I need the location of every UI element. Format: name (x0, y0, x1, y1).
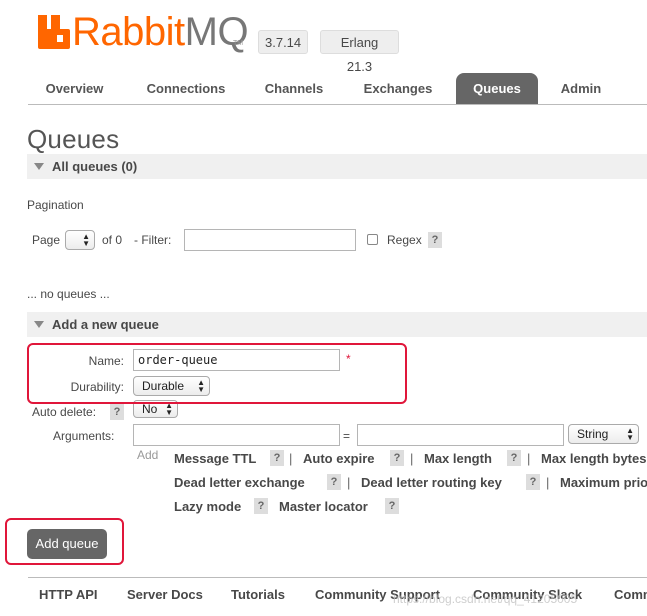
dropdown-arrows-icon: ▲ ▼ (626, 426, 634, 442)
arg-link-message-ttl[interactable]: Message TTL (174, 451, 256, 466)
highlight-box-add-queue (5, 518, 124, 565)
separator: | (527, 451, 531, 466)
arg-link-dead-letter-routing-key[interactable]: Dead letter routing key (361, 475, 502, 490)
pagination-label: Pagination (27, 198, 84, 212)
footer-link-http-api[interactable]: HTTP API (39, 587, 98, 602)
rabbitmq-logo-icon (38, 15, 70, 49)
main-tabs: Overview Connections Channels Exchanges … (28, 73, 647, 105)
watermark: https://blog.csdn.net/qq_41205005 (393, 592, 578, 606)
collapse-triangle-icon (34, 321, 44, 328)
tab-channels[interactable]: Channels (250, 73, 338, 104)
separator: | (546, 475, 550, 490)
all-queues-heading: All queues (0) (52, 159, 138, 174)
footer-link-server-docs[interactable]: Server Docs (127, 587, 203, 602)
footer-link-commercial-support[interactable]: Commercial Support (614, 587, 647, 602)
page-select[interactable]: ▲ ▼ (65, 230, 95, 250)
argument-equals: = (343, 429, 351, 443)
regex-label: Regex (387, 233, 422, 247)
arg-link-max-length-bytes[interactable]: Max length bytes (541, 451, 647, 466)
argument-type-select[interactable]: String ▲ ▼ (568, 424, 639, 444)
arg-link-auto-expire[interactable]: Auto expire (303, 451, 375, 466)
separator: | (410, 451, 414, 466)
argument-value-input[interactable] (357, 424, 564, 446)
empty-queues-text: ... no queues ... (27, 287, 110, 301)
all-queues-section-toggle[interactable]: All queues (0) (27, 154, 647, 179)
dead-letter-routing-key-help-icon[interactable]: ? (526, 474, 540, 490)
arg-link-maximum-priority[interactable]: Maximum priority (560, 475, 647, 490)
arguments-label: Arguments: (53, 429, 115, 443)
version-badge: 3.7.14 (258, 30, 308, 54)
master-locator-help-icon[interactable]: ? (385, 498, 399, 514)
separator: | (347, 475, 351, 490)
page-of-total: of 0 (102, 233, 123, 247)
page-title: Queues (27, 124, 120, 154)
message-ttl-help-icon[interactable]: ? (270, 450, 284, 466)
erlang-version-badge: Erlang 21.3 (320, 30, 399, 74)
highlight-box-name-durability (27, 343, 407, 404)
dead-letter-exchange-help-icon[interactable]: ? (327, 474, 341, 490)
tab-queues[interactable]: Queues (456, 73, 538, 104)
dropdown-arrows-icon: ▲ ▼ (165, 401, 173, 417)
auto-delete-label: Auto delete: (32, 405, 97, 419)
logo-trademark: TM (233, 40, 244, 47)
page-label: Page (32, 233, 61, 247)
filter-label: - Filter: (134, 233, 172, 247)
auto-delete-help-icon[interactable]: ? (110, 404, 124, 420)
stepper-arrows-icon: ▲ ▼ (82, 232, 90, 248)
tab-overview[interactable]: Overview (28, 73, 121, 104)
lazy-mode-help-icon[interactable]: ? (254, 498, 268, 514)
add-argument-label: Add (137, 448, 159, 462)
add-queue-heading: Add a new queue (52, 317, 159, 332)
regex-checkbox[interactable] (367, 234, 378, 245)
arg-link-dead-letter-exchange[interactable]: Dead letter exchange (174, 475, 305, 490)
arg-link-master-locator[interactable]: Master locator (279, 499, 368, 514)
filter-input[interactable] (184, 229, 356, 251)
argument-key-input[interactable] (133, 424, 340, 446)
tab-admin[interactable]: Admin (545, 73, 617, 104)
collapse-triangle-icon (34, 163, 44, 170)
add-queue-section-toggle[interactable]: Add a new queue (27, 312, 647, 337)
separator: | (289, 451, 293, 466)
auto-expire-help-icon[interactable]: ? (390, 450, 404, 466)
arg-link-max-length[interactable]: Max length (424, 451, 492, 466)
logo-text: RabbitMQ (72, 10, 249, 54)
arg-link-lazy-mode[interactable]: Lazy mode (174, 499, 241, 514)
tab-connections[interactable]: Connections (131, 73, 241, 104)
max-length-help-icon[interactable]: ? (507, 450, 521, 466)
tab-exchanges[interactable]: Exchanges (348, 73, 448, 104)
footer-link-tutorials[interactable]: Tutorials (231, 587, 285, 602)
regex-help-icon[interactable]: ? (428, 232, 442, 248)
